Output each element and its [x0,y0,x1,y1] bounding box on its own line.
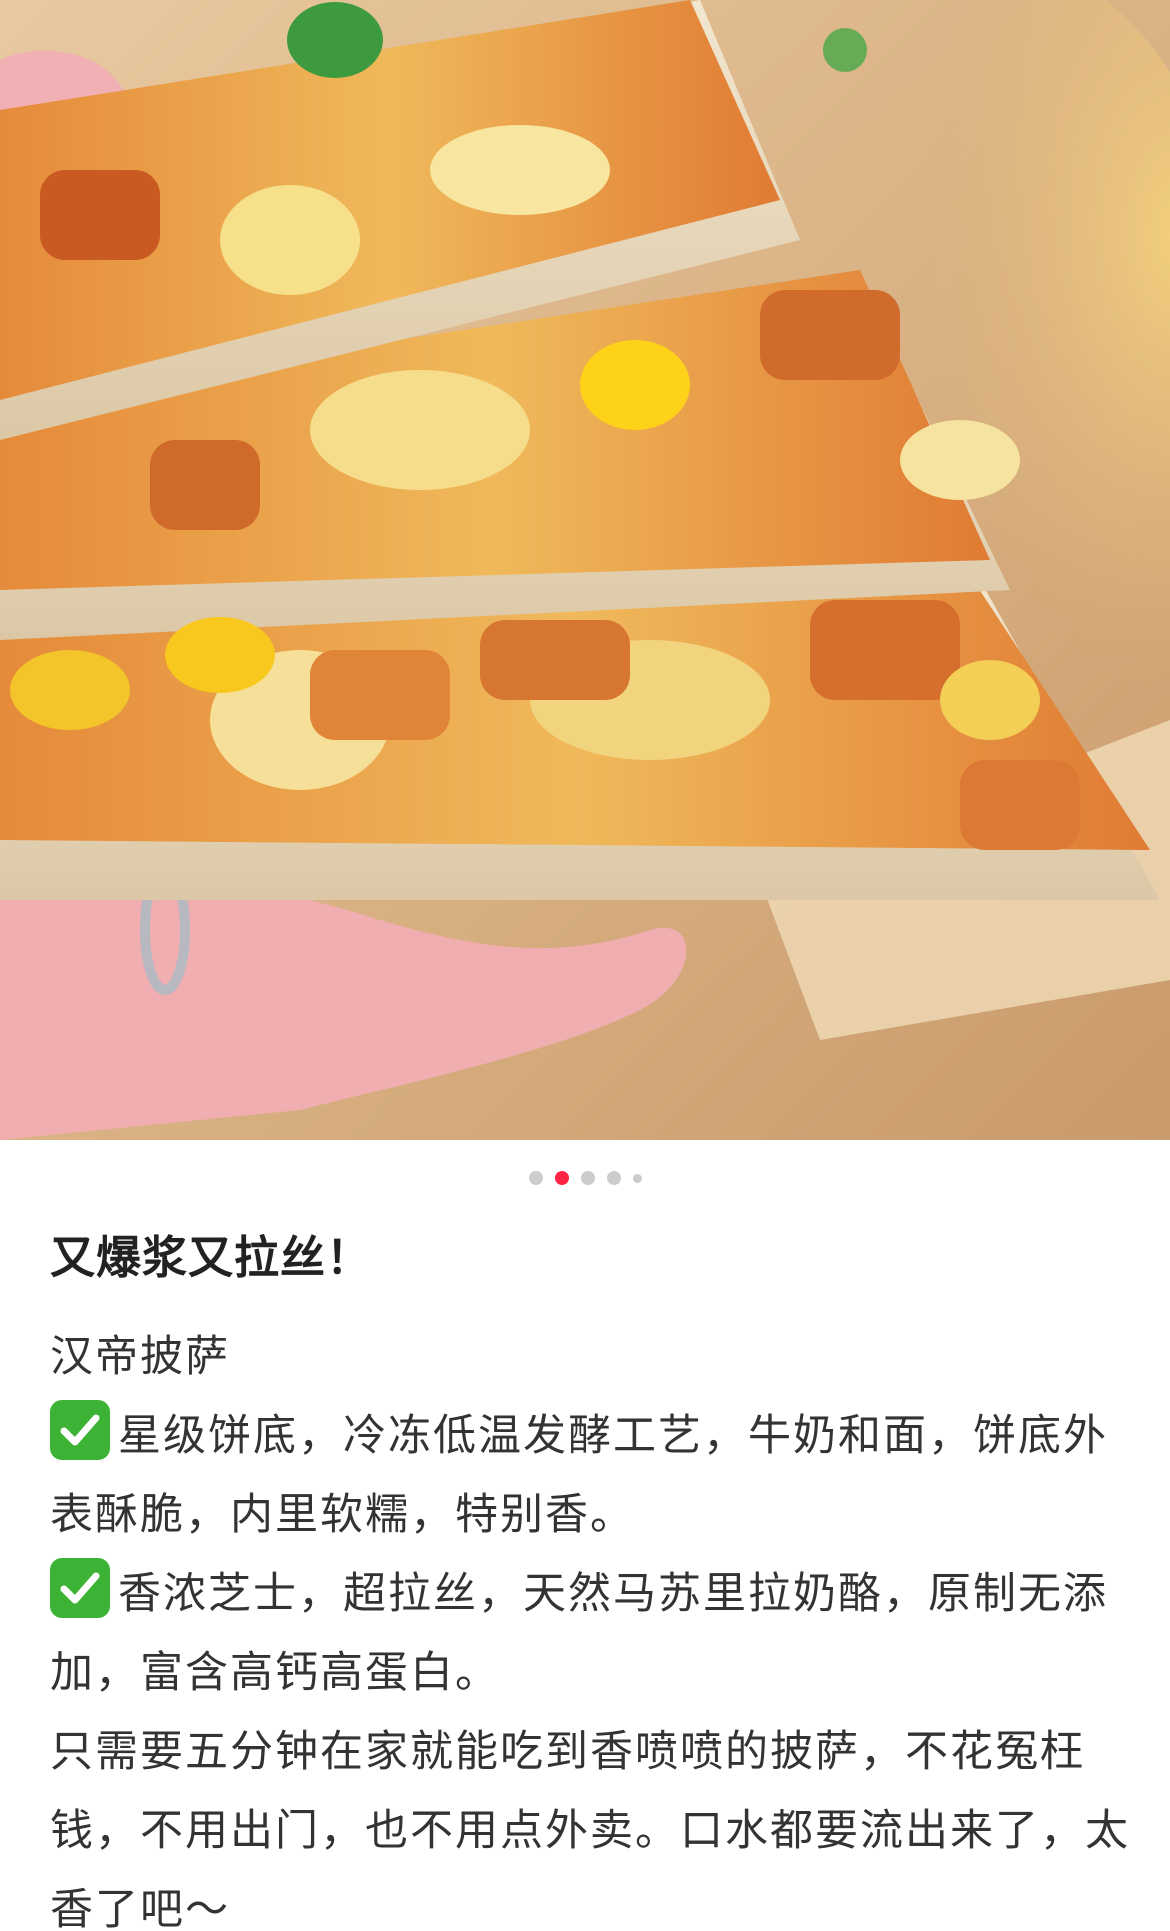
feature-point-2-text: 香浓芝士，超拉丝，天然马苏里拉奶酪，原制无添加，富含高钙高蛋白。 [50,1569,1108,1698]
pizza-photo-illustration [0,0,1170,1140]
feature-point-2: 香浓芝士，超拉丝，天然马苏里拉奶酪，原制无添加，富含高钙高蛋白。 [50,1555,1130,1713]
closing-text: 只需要五分钟在家就能吃到香喷喷的披萨，不花冤枉钱，不用出门，也不用点外卖。口水都… [50,1727,1130,1931]
check-mark-icon [50,1558,110,1618]
carousel-dot-1[interactable] [528,1171,543,1185]
feature-point-1: 星级饼底，冷冻低温发酵工艺，牛奶和面，饼底外表酥脆，内里软糯，特别香。 [50,1397,1130,1555]
note-photo[interactable] [0,0,1170,1140]
note-body: 汉帝披萨 星级饼底，冷冻低温发酵工艺，牛奶和面，饼底外表酥脆，内里软糯，特别香。… [50,1318,1130,1931]
note-detail-page: 又爆浆又拉丝！ 汉帝披萨 星级饼底，冷冻低温发酵工艺，牛奶和面，饼底外表酥脆，内… [0,0,1170,1931]
carousel-dot-3[interactable] [580,1171,595,1185]
note-title: 又爆浆又拉丝！ [50,1231,373,1284]
product-name: 汉帝披萨 [50,1332,230,1382]
carousel-dot-2-active[interactable] [554,1171,569,1185]
check-mark-icon [50,1400,110,1460]
carousel-dot-4[interactable] [606,1171,621,1185]
carousel-indicator[interactable] [0,1170,1170,1186]
carousel-dot-5[interactable] [632,1173,642,1183]
feature-point-1-text: 星级饼底，冷冻低温发酵工艺，牛奶和面，饼底外表酥脆，内里软糯，特别香。 [50,1411,1108,1540]
